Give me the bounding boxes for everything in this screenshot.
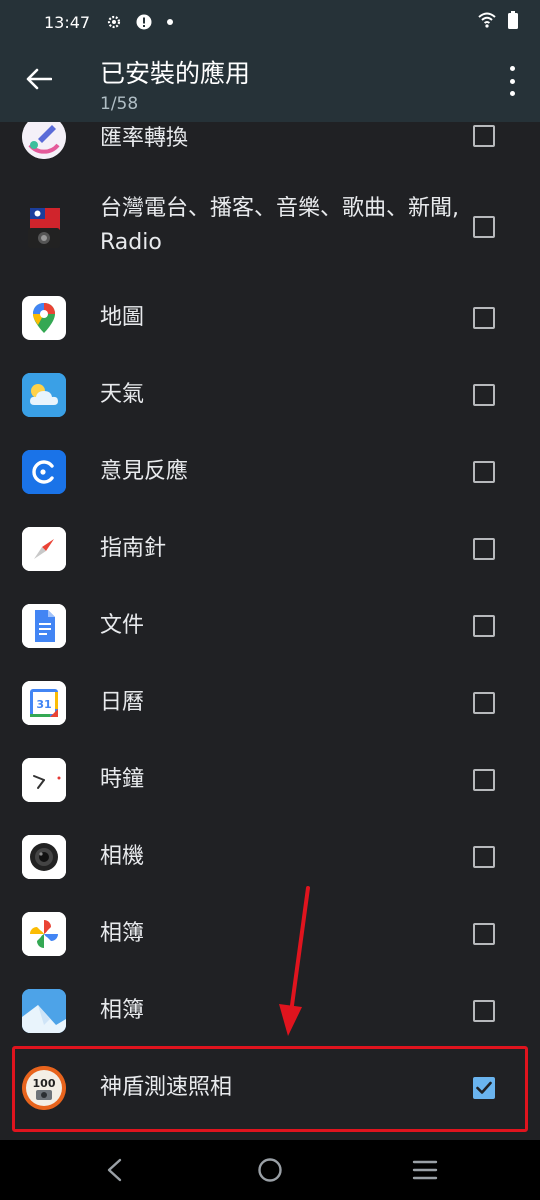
docs-icon: [22, 604, 66, 648]
maps-icon: [22, 296, 66, 340]
compass-icon: [22, 527, 66, 571]
app-checkbox[interactable]: [473, 692, 495, 714]
list-item[interactable]: 時鐘: [0, 758, 540, 802]
app-name: 日曆: [100, 690, 145, 715]
app-name: 台灣電台、播客、音樂、歌曲、新聞, Radio: [100, 196, 459, 255]
list-item[interactable]: 文件: [0, 604, 540, 648]
google-photos-icon: [22, 912, 66, 956]
list-item[interactable]: 匯率轉換: [0, 122, 540, 159]
list-item[interactable]: 意見反應: [0, 450, 540, 494]
weather-icon: [22, 373, 66, 417]
list-item[interactable]: 指南針: [0, 527, 540, 571]
app-checkbox[interactable]: [473, 216, 495, 238]
feedback-icon: [22, 450, 66, 494]
list-item[interactable]: 地圖: [0, 296, 540, 340]
battery-icon: [508, 11, 518, 33]
app-checkbox[interactable]: [473, 384, 495, 406]
app-name: 文件: [100, 613, 145, 638]
wifi-icon: [478, 12, 496, 32]
app-checkbox[interactable]: [473, 538, 495, 560]
list-item[interactable]: 台灣電台、播客、音樂、歌曲、新聞, Radio: [0, 182, 540, 272]
app-name: 意見反應: [100, 459, 189, 484]
app-checkbox[interactable]: [473, 307, 495, 329]
navigation-bar: [0, 1140, 540, 1200]
status-bar: 13:47: [0, 0, 540, 44]
app-name: 相機: [100, 844, 145, 869]
app-checkbox[interactable]: [473, 769, 495, 791]
app-checkbox[interactable]: [473, 846, 495, 868]
more-options-icon[interactable]: [502, 66, 522, 96]
alert-icon: [136, 14, 152, 30]
app-name: 地圖: [100, 305, 145, 330]
app-checkbox[interactable]: [473, 461, 495, 483]
list-item[interactable]: 相機: [0, 835, 540, 879]
notification-dot-icon: [166, 18, 174, 26]
red-arrow-annotation: [279, 886, 310, 1036]
taiwan-radio-icon: [22, 206, 66, 250]
status-time: 13:47: [44, 12, 91, 32]
clock-icon: [22, 758, 66, 802]
app-name: 天氣: [100, 382, 145, 407]
nav-menu-icon[interactable]: [407, 1156, 443, 1184]
app-checkbox[interactable]: [473, 1000, 495, 1022]
list-item[interactable]: 31 日曆: [0, 681, 540, 725]
settings-gear-icon: [106, 14, 122, 30]
calendar-icon: 31: [22, 681, 66, 725]
page-title: 已安裝的應用: [100, 59, 251, 88]
back-arrow-icon[interactable]: [22, 62, 56, 96]
app-bar: 已安裝的應用 1/58: [0, 44, 540, 122]
gallery-icon: [22, 989, 66, 1033]
nav-back-icon[interactable]: [96, 1156, 132, 1184]
rocket-currency-icon: [22, 122, 66, 159]
app-checkbox[interactable]: [473, 615, 495, 637]
app-checkbox[interactable]: [473, 923, 495, 945]
list-item[interactable]: 天氣: [0, 373, 540, 417]
nav-home-icon[interactable]: [252, 1156, 288, 1184]
app-checkbox[interactable]: [473, 125, 495, 147]
app-name: 匯率轉換: [100, 126, 189, 151]
calendar-icon-date: 31: [36, 698, 51, 711]
app-name: 時鐘: [100, 767, 145, 792]
app-name: 指南針: [100, 536, 167, 561]
page-count: 1/58: [100, 94, 139, 114]
camera-icon: [22, 835, 66, 879]
highlight-box: [12, 1046, 528, 1132]
